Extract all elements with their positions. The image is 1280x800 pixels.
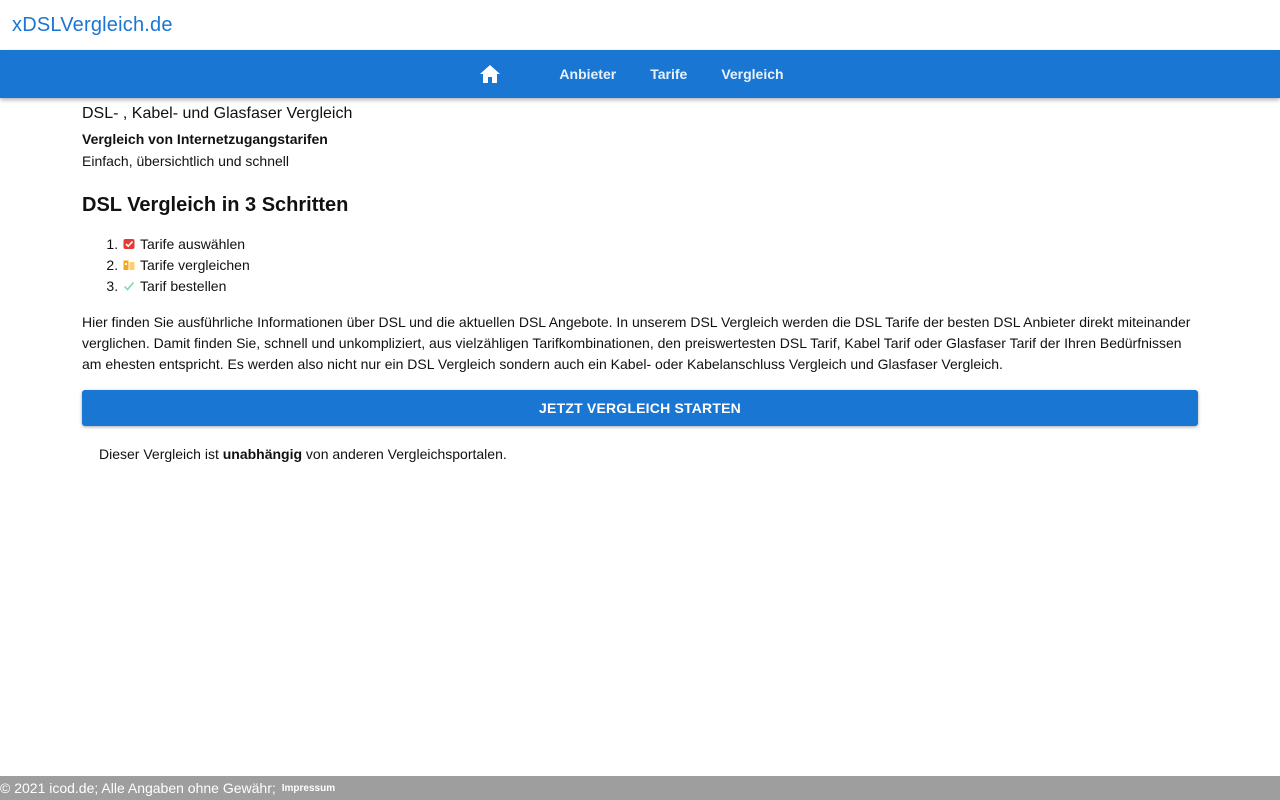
- main-content: DSL- , Kabel- und Glasfaser Vergleich Ve…: [82, 98, 1198, 464]
- step-label: Tarife vergleichen: [140, 257, 250, 273]
- nav-item-vergleich[interactable]: Vergleich: [721, 66, 783, 82]
- page-heading: Vergleich von Internetzugangstarifen: [82, 131, 328, 147]
- site-footer: © 2021 icod.de; Alle Angaben ohne Gewähr…: [0, 776, 1280, 800]
- page-tagline: Einfach, übersichtlich und schnell: [82, 153, 290, 169]
- start-comparison-button[interactable]: JETZT VERGLEICH STARTEN: [82, 390, 1198, 426]
- step-item: Tarif bestellen: [122, 276, 1198, 297]
- note-text-bold: unabhängig: [222, 446, 303, 462]
- steps-list: Tarife auswählen Tarife vergleichen Tari…: [82, 234, 1198, 297]
- compare-icon: [123, 256, 135, 270]
- footer-copyright: © 2021 icod.de; Alle Angaben ohne Gewähr…: [0, 780, 276, 796]
- note-text-after: von anderen Vergleichsportalen.: [302, 446, 507, 462]
- step-label: Tarif bestellen: [140, 278, 227, 294]
- step-label: Tarife auswählen: [140, 236, 246, 252]
- checkbox-icon: [123, 235, 135, 249]
- intro-paragraph: Hier finden Sie ausführliche Information…: [82, 314, 1191, 372]
- main-nav: Anbieter Tarife Vergleich: [0, 50, 1280, 98]
- steps-heading: DSL Vergleich in 3 Schritten: [82, 194, 349, 216]
- note-text-before: Dieser Vergleich ist: [99, 446, 223, 462]
- step-item: Tarife auswählen: [122, 234, 1198, 255]
- home-icon[interactable]: [479, 63, 501, 85]
- step-item: Tarife vergleichen: [122, 255, 1198, 276]
- page-subtitle: DSL- , Kabel- und Glasfaser Vergleich: [82, 105, 353, 122]
- nav-item-tarife[interactable]: Tarife: [650, 66, 687, 82]
- checkmark-icon: [123, 277, 135, 291]
- site-header: xDSLVergleich.de: [0, 0, 1280, 50]
- nav-item-anbieter[interactable]: Anbieter: [559, 66, 616, 82]
- independence-note: Dieser Vergleich ist unabhängig von ande…: [99, 444, 1198, 464]
- impressum-link[interactable]: Impressum: [282, 783, 335, 794]
- site-logo-link[interactable]: xDSLVergleich.de: [12, 14, 173, 37]
